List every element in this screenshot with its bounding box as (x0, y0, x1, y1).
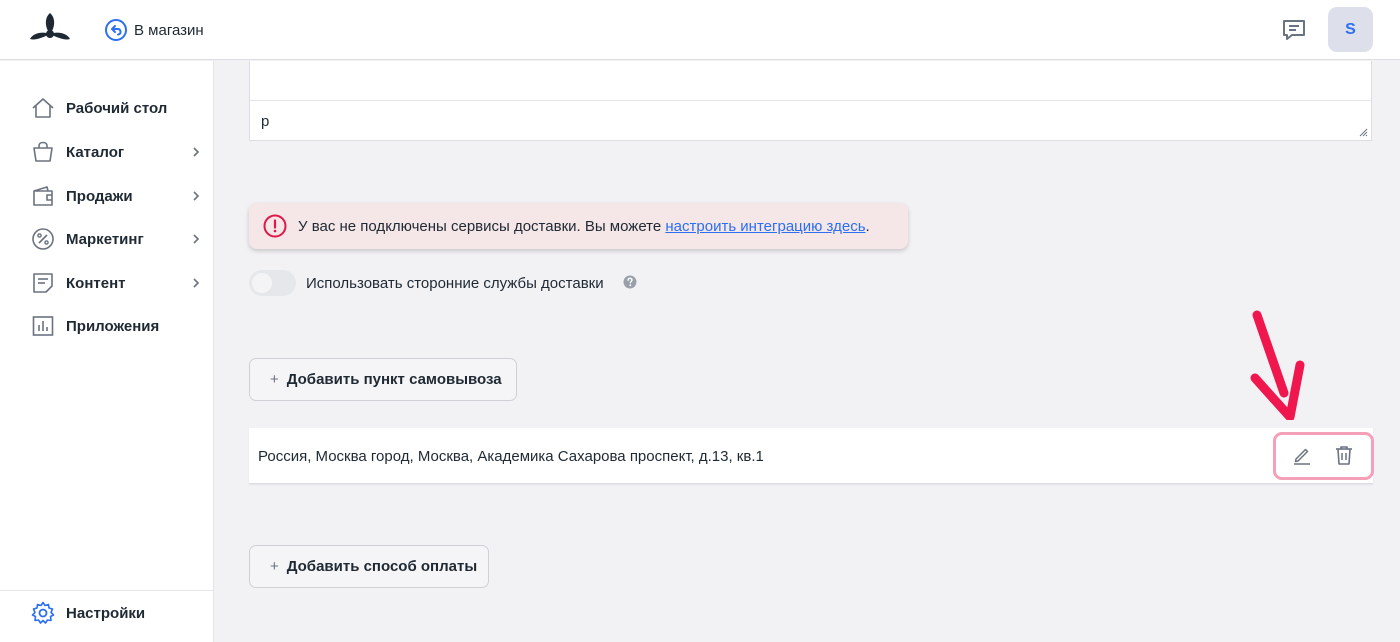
annotation-highlight (1273, 432, 1374, 480)
back-to-store-link[interactable]: В магазин (104, 18, 204, 42)
sidebar-item-catalog[interactable]: Каталог (0, 132, 214, 172)
sidebar-item-label: Контент (66, 274, 126, 292)
chevron-right-icon (193, 234, 200, 244)
edit-icon[interactable] (1291, 444, 1313, 466)
toggle-label: Использовать сторонние службы доставки (306, 275, 604, 292)
help-icon[interactable] (623, 275, 637, 289)
sidebar-item-label: Маркетинг (66, 230, 144, 248)
trash-icon[interactable] (1333, 444, 1355, 466)
bag-icon (33, 141, 53, 162)
add-payment-method-label: Добавить способ оплаты (286, 558, 478, 575)
sidebar-item-label: Продажи (66, 187, 133, 205)
sidebar-item-label: Каталог (66, 143, 125, 161)
document-icon (33, 273, 53, 293)
home-icon (32, 98, 54, 118)
logo-icon[interactable] (28, 11, 72, 49)
sidebar: Рабочий стол Каталог Продажи Маркетинг К… (0, 61, 214, 642)
sidebar-item-sales[interactable]: Продажи (0, 176, 214, 216)
chevron-right-icon (193, 147, 200, 157)
textarea-divider (250, 100, 1371, 101)
pickup-address: Россия, Москва город, Москва, Академика … (258, 448, 764, 465)
third-party-delivery-toggle[interactable] (249, 270, 296, 296)
description-textarea[interactable]: р (249, 61, 1372, 141)
chat-icon[interactable] (1280, 16, 1308, 44)
sidebar-item-dashboard[interactable]: Рабочий стол (0, 88, 214, 128)
add-pickup-point-button[interactable]: + Добавить пункт самовывоза (249, 358, 517, 401)
back-to-store-label: В магазин (134, 21, 204, 39)
sidebar-item-label: Приложения (66, 317, 160, 335)
alert-message: У вас не подключены сервисы доставки. Вы… (298, 218, 870, 235)
avatar[interactable]: S (1328, 7, 1373, 52)
textarea-value: р (261, 113, 270, 130)
pickup-address-row: Россия, Москва город, Москва, Академика … (249, 428, 1373, 484)
sidebar-item-marketing[interactable]: Маркетинг (0, 219, 214, 259)
wallet-icon (33, 186, 53, 206)
sidebar-item-content[interactable]: Контент (0, 263, 214, 303)
alert-suffix: . (865, 218, 870, 235)
chart-icon (32, 316, 54, 336)
sidebar-item-label: Рабочий стол (66, 99, 168, 117)
sidebar-item-apps[interactable]: Приложения (0, 306, 214, 346)
plus-icon: + (270, 371, 279, 388)
resize-grip-icon[interactable] (1359, 128, 1368, 137)
sidebar-item-settings[interactable]: Настройки (0, 593, 214, 633)
delivery-alert: У вас не подключены сервисы доставки. Вы… (249, 203, 908, 249)
top-bar: В магазин S (0, 0, 1400, 60)
integration-link[interactable]: настроить интеграцию здесь (665, 218, 865, 235)
chevron-right-icon (193, 191, 200, 201)
sidebar-divider (0, 590, 214, 591)
toggle-knob (252, 273, 272, 293)
gear-icon (31, 601, 55, 624)
add-pickup-point-label: Добавить пункт самовывоза (286, 371, 502, 388)
sidebar-item-label: Настройки (66, 604, 146, 622)
back-arrow-icon (105, 19, 127, 41)
alert-icon (263, 214, 287, 238)
percent-icon (32, 228, 54, 250)
alert-text: У вас не подключены сервисы доставки. Вы… (298, 218, 666, 235)
annotation-arrow-icon (1250, 310, 1305, 420)
chevron-right-icon (193, 278, 200, 288)
plus-icon: + (270, 558, 279, 575)
add-payment-method-button[interactable]: + Добавить способ оплаты (249, 545, 489, 588)
